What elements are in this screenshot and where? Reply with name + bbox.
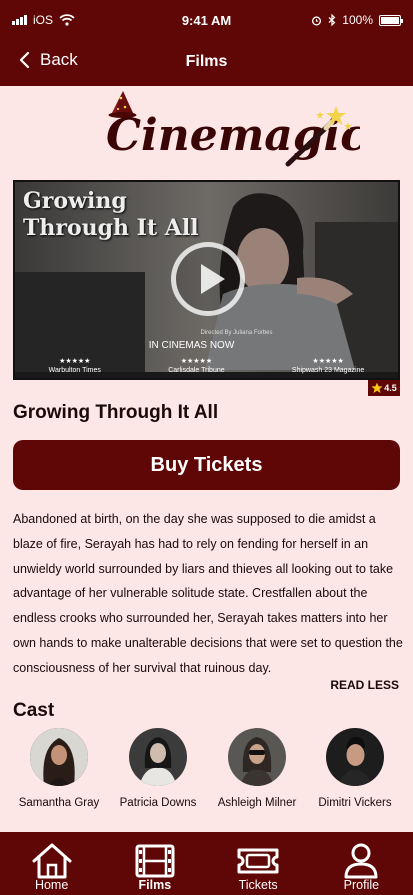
home-icon (32, 843, 72, 879)
review-stars: ★★★★★ (59, 358, 91, 365)
cast-member[interactable]: Patricia Downs (108, 728, 208, 809)
tab-profile[interactable]: Profile (310, 832, 413, 895)
avatar (228, 728, 286, 786)
battery-percent: 100% (342, 13, 373, 27)
profile-icon (344, 843, 378, 879)
review-source: Warbulton Times (48, 367, 101, 374)
poster-title-line-2: Through It All (23, 215, 199, 241)
cast-name: Patricia Downs (119, 797, 197, 809)
film-icon (135, 844, 175, 878)
cast-member[interactable]: Dimitri Vickers (305, 728, 405, 809)
rating-value: 4.5 (384, 383, 397, 393)
poster-tagline: IN CINEMAS NOW (148, 340, 235, 351)
review-item: ★★★★★ Shipwash 23 Magazine (292, 357, 364, 375)
status-right: 100% (261, 13, 403, 27)
buy-tickets-button[interactable]: Buy Tickets (13, 440, 400, 490)
star-icon (371, 382, 383, 393)
play-button[interactable] (171, 242, 245, 316)
poster-title: Growing Through It All (23, 188, 199, 242)
back-button[interactable]: Back (18, 50, 78, 70)
avatar (30, 728, 88, 786)
movie-title: Growing Through It All (13, 402, 219, 423)
review-stars: ★★★★★ (312, 358, 344, 365)
cast-member[interactable]: Samantha Gray (9, 728, 109, 809)
bluetooth-icon (328, 14, 336, 26)
back-label: Back (40, 50, 78, 69)
read-less-link[interactable]: READ LESS (330, 678, 399, 692)
cast-heading: Cast (13, 700, 55, 721)
tab-films[interactable]: Films (103, 832, 206, 895)
status-bar: iOS 9:41 AM 100% (0, 0, 413, 40)
tab-label: Tickets (238, 878, 278, 892)
ticket-icon (237, 848, 279, 874)
trailer-poster[interactable]: Growing Through It All Directed By Julian… (13, 180, 400, 380)
review-source: Carlisdale Tribune (168, 367, 225, 374)
poster-reviews: ★★★★★ Warbulton Times ★★★★★ Carlisdale T… (15, 357, 398, 375)
review-source: Shipwash 23 Magazine (291, 367, 365, 374)
chevron-left-icon (19, 51, 30, 69)
navigation-bar: Back Films (0, 40, 413, 86)
rating-badge: 4.5 (368, 380, 400, 396)
synopsis-text: Abandoned at birth, on the day she was s… (13, 512, 403, 675)
cast-member[interactable]: Ashleigh Milner (207, 728, 307, 809)
directed-by: Directed By Juliana Forbes (200, 330, 273, 336)
carrier-label: iOS (33, 13, 54, 27)
tab-label: Home (34, 878, 69, 892)
bottom-tab-bar: Home Films Tickets Profile (0, 832, 413, 895)
tab-label: Profile (343, 878, 380, 892)
poster-title-line-1: Growing (23, 188, 127, 214)
tab-home[interactable]: Home (0, 832, 103, 895)
review-stars: ★★★★★ (180, 358, 213, 365)
review-item: ★★★★★ Carlisdale Tribune (168, 357, 224, 375)
tab-tickets[interactable]: Tickets (207, 832, 310, 895)
signal-icon (12, 15, 27, 25)
tab-label: Films (138, 878, 172, 892)
wifi-icon (59, 14, 75, 26)
status-time: 9:41 AM (181, 12, 232, 28)
alarm-icon (312, 15, 322, 25)
cast-name: Samantha Gray (18, 797, 100, 809)
avatar (326, 728, 384, 786)
avatar (129, 728, 187, 786)
status-left: iOS (12, 13, 152, 27)
review-item: ★★★★★ Warbulton Times (49, 357, 101, 375)
battery-icon (379, 14, 403, 26)
cast-name: Dimitri Vickers (318, 797, 392, 809)
cinemagic-logo: Cinemagic (100, 88, 367, 172)
cast-name: Ashleigh Milner (217, 797, 297, 809)
